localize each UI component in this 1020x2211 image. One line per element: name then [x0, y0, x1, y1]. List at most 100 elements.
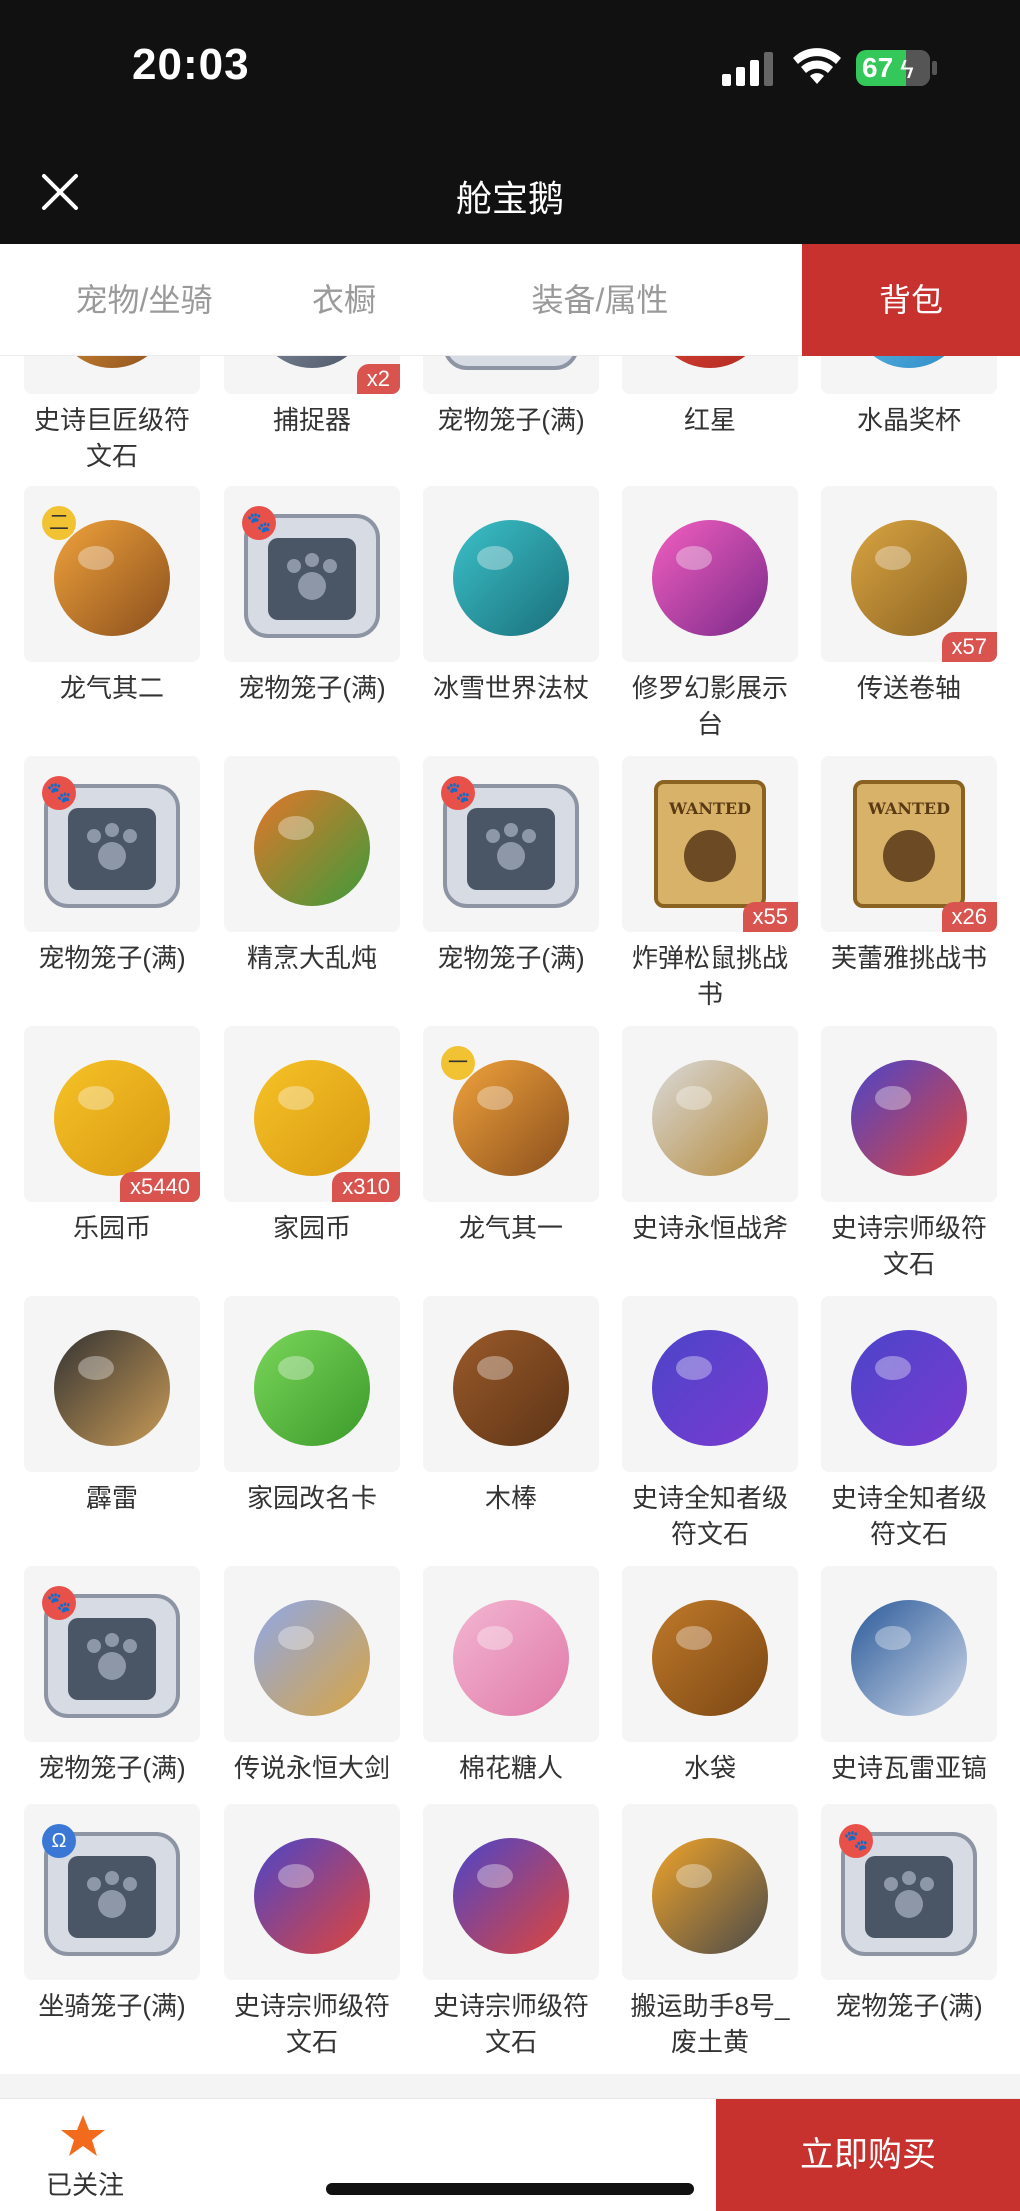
inventory-item[interactable]: 水晶奖杯	[821, 356, 997, 438]
inventory-item[interactable]: x2 捕捉器	[224, 356, 400, 438]
tab-equipment[interactable]: 装备/属性	[500, 244, 700, 356]
item-image	[851, 1060, 967, 1176]
inventory-item[interactable]: 🐾 宠物笼子(满)	[24, 756, 200, 976]
inventory-item[interactable]: 史诗永恒战斧	[622, 1026, 798, 1246]
svg-text:WANTED: WANTED	[668, 799, 751, 818]
item-label: 精烹大乱炖	[246, 943, 377, 973]
item-type-tag: 🐾	[42, 776, 76, 810]
cellular-signal-icon	[722, 52, 773, 86]
item-label: 水晶奖杯	[856, 405, 961, 435]
item-thumbnail: 🐾	[24, 1566, 200, 1742]
item-label: 棉花糖人	[458, 1753, 563, 1783]
item-image	[873, 356, 945, 368]
quantity-badge: x57	[941, 632, 997, 662]
bottom-action-bar: 已关注 立即购买	[0, 2098, 1020, 2211]
item-image	[453, 1838, 569, 1954]
inventory-grid: 史诗巨匠级符文石 x2 捕捉器 宠物笼子(满) 红星 水晶奖杯二龙气其二 🐾 宠物笼子(满) 冰…	[0, 356, 1020, 2074]
inventory-item[interactable]: 红星	[622, 356, 798, 438]
inventory-item[interactable]: x310 家园币	[224, 1026, 400, 1246]
star-icon[interactable]	[60, 2113, 106, 2159]
inventory-item[interactable]: 二龙气其二	[24, 486, 200, 706]
inventory-item[interactable]: WANTEDWANTEDx26 芙蕾雅挑战书	[821, 756, 997, 976]
page-title: 舱宝鹅	[455, 178, 564, 219]
item-image	[453, 520, 569, 636]
item-thumbnail: WANTEDWANTEDx26	[821, 756, 997, 932]
item-label: 史诗全知者级符文石	[830, 1483, 987, 1549]
inventory-item[interactable]: 🐾 宠物笼子(满)	[224, 486, 400, 706]
item-label: 龙气其二	[59, 673, 164, 703]
follow-label[interactable]: 已关注	[40, 2165, 130, 2202]
inventory-item[interactable]: WANTEDWANTEDx55 炸弹松鼠挑战书	[622, 756, 798, 1012]
charging-bolt-icon: ϟ	[900, 54, 914, 84]
item-image	[445, 356, 577, 370]
item-label: 霹雷	[85, 1483, 138, 1513]
quantity-badge: x2	[356, 364, 400, 394]
item-label: 宠物笼子(满)	[238, 673, 386, 703]
inventory-item[interactable]: 史诗全知者级符文石	[622, 1296, 798, 1552]
item-image	[652, 1060, 768, 1176]
quantity-badge: x26	[941, 902, 997, 932]
item-image	[851, 1600, 967, 1716]
item-label: 家园改名卡	[246, 1483, 377, 1513]
inventory-item[interactable]: 精烹大乱炖	[224, 756, 400, 976]
inventory-item[interactable]: x57 传送卷轴	[821, 486, 997, 706]
item-label: 史诗巨匠级符文石	[33, 405, 190, 471]
inventory-item[interactable]: 冰雪世界法杖	[423, 486, 599, 706]
item-image	[652, 1600, 768, 1716]
inventory-item[interactable]: 霹雷	[24, 1296, 200, 1516]
item-label: 水袋	[683, 1753, 736, 1783]
item-image	[851, 1330, 967, 1446]
inventory-item[interactable]: 史诗巨匠级符文石	[24, 356, 200, 474]
header-bar: 舱宝鹅	[0, 140, 1020, 244]
item-image	[652, 520, 768, 636]
tab-backpack[interactable]: 背包	[802, 244, 1020, 356]
inventory-item[interactable]: 🐾 宠物笼子(满)	[821, 1804, 997, 2024]
inventory-item[interactable]: 棉花糖人	[423, 1566, 599, 1786]
item-thumbnail	[24, 356, 200, 394]
inventory-item[interactable]: 传说永恒大剑	[224, 1566, 400, 1786]
inventory-item[interactable]: x5440 乐园币	[24, 1026, 200, 1246]
inventory-item[interactable]: 木棒	[423, 1296, 599, 1516]
inventory-item[interactable]: 水袋	[622, 1566, 798, 1786]
tab-bar: 宠物/坐骑 衣橱 装备/属性 背包	[0, 244, 1020, 356]
item-image	[54, 1330, 170, 1446]
item-type-tag: 🐾	[42, 1586, 76, 1620]
item-thumbnail: x57	[821, 486, 997, 662]
tab-pets-mounts[interactable]: 宠物/坐骑	[44, 244, 244, 356]
divider	[0, 2074, 1020, 2098]
item-label: 红星	[683, 405, 736, 435]
item-thumbnail: Ω	[24, 1804, 200, 1980]
item-thumbnail	[224, 1804, 400, 1980]
inventory-item[interactable]: Ω 坐骑笼子(满)	[24, 1804, 200, 2024]
item-label: 捕捉器	[272, 405, 351, 435]
item-thumbnail	[423, 1804, 599, 1980]
inventory-item[interactable]: 一龙气其一	[423, 1026, 599, 1246]
item-label: 冰雪世界法杖	[432, 673, 589, 703]
buy-now-button[interactable]: 立即购买	[716, 2099, 1020, 2211]
inventory-item[interactable]: 修罗幻影展示台	[622, 486, 798, 742]
item-thumbnail	[224, 1566, 400, 1742]
inventory-item[interactable]: 史诗瓦雷亚镐	[821, 1566, 997, 1786]
tab-wardrobe[interactable]: 衣橱	[244, 244, 444, 356]
inventory-item[interactable]: 宠物笼子(满)	[423, 356, 599, 438]
inventory-item[interactable]: 🐾 宠物笼子(满)	[24, 1566, 200, 1786]
inventory-item[interactable]: 家园改名卡	[224, 1296, 400, 1516]
inventory-item[interactable]: 🐾 宠物笼子(满)	[423, 756, 599, 976]
item-thumbnail	[423, 486, 599, 662]
item-label: 炸弹松鼠挑战书	[631, 943, 788, 1009]
item-label: 乐园币	[72, 1213, 151, 1243]
item-thumbnail	[622, 486, 798, 662]
inventory-item[interactable]: 史诗全知者级符文石	[821, 1296, 997, 1552]
inventory-item[interactable]: 史诗宗师级符文石	[224, 1804, 400, 2060]
item-thumbnail	[622, 1296, 798, 1472]
inventory-item[interactable]: 史诗宗师级符文石	[423, 1804, 599, 2060]
item-label: 史诗全知者级符文石	[631, 1483, 788, 1549]
item-image	[453, 1600, 569, 1716]
inventory-item[interactable]: 史诗宗师级符文石	[821, 1026, 997, 1282]
inventory-item[interactable]: 搬运助手8号_废土黄	[622, 1804, 798, 2060]
status-time: 20:03	[132, 40, 250, 89]
item-label: 史诗宗师级符文石	[830, 1213, 987, 1279]
item-thumbnail: WANTEDWANTEDx55	[622, 756, 798, 932]
item-label: 芙蕾雅挑战书	[830, 943, 987, 973]
item-label: 坐骑笼子(满)	[38, 1991, 186, 2021]
